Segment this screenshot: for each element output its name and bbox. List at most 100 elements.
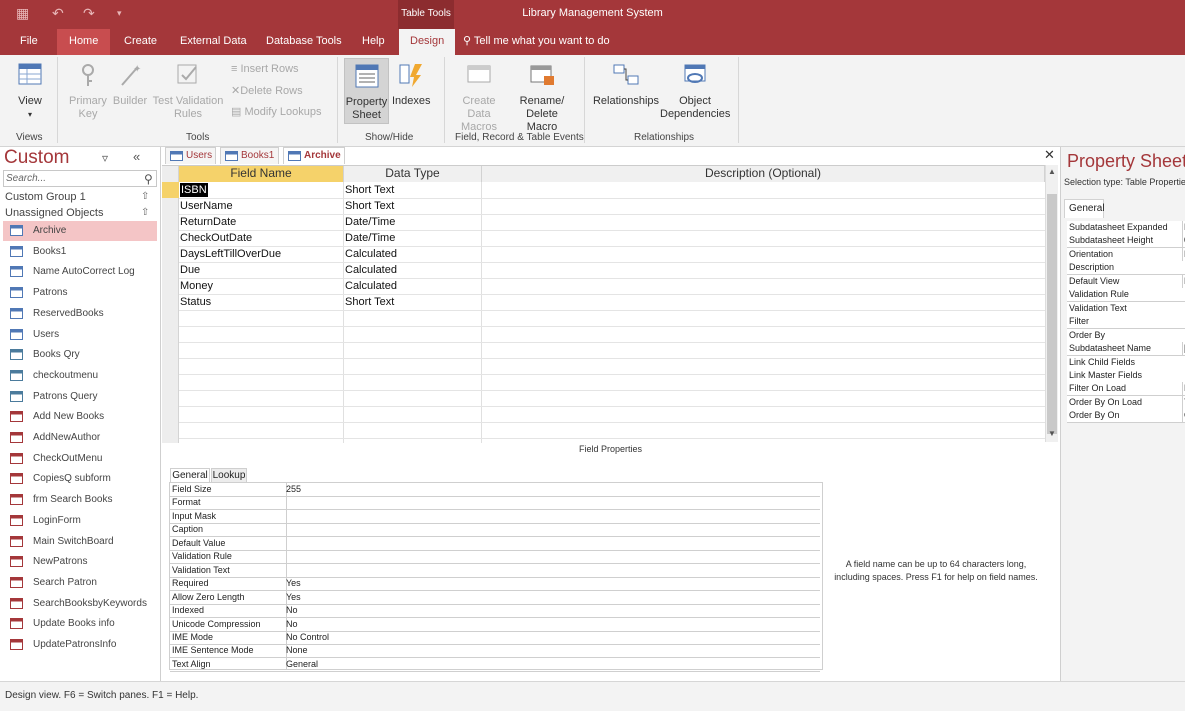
nav-title[interactable]: Custom <box>4 147 69 169</box>
nav-item[interactable]: NewPatrons <box>3 552 157 572</box>
nav-item[interactable]: Users <box>3 325 157 345</box>
tab-archive[interactable]: Archive <box>283 147 345 164</box>
data-type-cell[interactable]: Calculated <box>345 262 397 278</box>
scroll-down-icon[interactable]: ▼ <box>1048 429 1056 438</box>
property-sheet-row[interactable]: Validation Rule <box>1067 288 1185 303</box>
grid-scrollbar[interactable]: ▲ ▼ <box>1045 165 1058 442</box>
field-name-cell[interactable]: CheckOutDate <box>180 230 252 246</box>
modify-lookups-button[interactable]: ▤ Modify Lookups <box>231 105 322 118</box>
property-value[interactable]: General <box>286 658 318 671</box>
data-type-cell[interactable]: Date/Time <box>345 230 395 246</box>
nav-item[interactable]: AddNewAuthor <box>3 428 157 448</box>
delete-rows-button[interactable]: ✕Delete Rows <box>231 84 303 97</box>
field-name-cell[interactable]: UserName <box>180 198 233 214</box>
builder-button[interactable]: ✦ Builder <box>112 61 148 108</box>
field-property-row[interactable]: Input Mask <box>170 510 820 524</box>
current-row-selector[interactable] <box>162 182 179 198</box>
scroll-up-icon[interactable]: ▲ <box>1048 167 1056 176</box>
create-data-macros-button[interactable]: Create Data Macros <box>450 61 508 134</box>
tab-users[interactable]: Users <box>165 147 216 164</box>
header-field-name[interactable]: Field Name <box>179 166 344 182</box>
collapse-group-icon[interactable]: ⇧ <box>141 191 149 202</box>
field-property-row[interactable]: Field Size 255 <box>170 483 820 497</box>
nav-item[interactable]: ReservedBooks <box>3 304 157 324</box>
property-sheet-row[interactable]: Link Child Fields <box>1067 355 1185 370</box>
nav-item[interactable]: Search Patron <box>3 573 157 593</box>
property-sheet-row[interactable]: Order By On LoadY <box>1067 395 1185 410</box>
property-sheet-button[interactable]: Property Sheet <box>344 58 389 124</box>
property-sheet-row[interactable]: OrientationL <box>1067 247 1185 262</box>
data-type-cell[interactable]: Date/Time <box>345 214 395 230</box>
nav-item[interactable]: CheckOutMenu <box>3 449 157 469</box>
property-value[interactable]: No Control <box>286 631 329 644</box>
nav-item[interactable]: LoginForm <box>3 511 157 531</box>
nav-search-input[interactable]: Search... <box>3 170 157 187</box>
field-property-row[interactable]: Caption <box>170 523 820 538</box>
property-sheet-row[interactable]: Link Master Fields <box>1067 368 1185 383</box>
primary-key-button[interactable]: Primary Key <box>66 61 110 121</box>
collapse-group-icon[interactable]: ⇧ <box>141 207 149 218</box>
tab-lookup[interactable]: Lookup <box>211 468 247 482</box>
scroll-thumb[interactable] <box>1047 194 1057 434</box>
tab-external-data[interactable]: External Data <box>180 29 247 55</box>
data-type-cell[interactable]: Short Text <box>345 198 394 214</box>
property-sheet-row[interactable]: Validation Text <box>1067 301 1185 316</box>
nav-item[interactable]: SearchBooksbyKeywords <box>3 594 157 614</box>
tab-database-tools[interactable]: Database Tools <box>266 29 342 55</box>
field-name-cell[interactable]: Status <box>180 294 211 310</box>
insert-rows-button[interactable]: ≡ Insert Rows <box>231 63 299 75</box>
property-sheet-row[interactable]: Subdatasheet Height0 <box>1067 234 1185 249</box>
field-property-row[interactable]: Validation Rule <box>170 550 820 565</box>
property-sheet-row[interactable]: Description <box>1067 261 1185 276</box>
object-dependencies-button[interactable]: Object Dependencies <box>660 61 730 121</box>
nav-item[interactable]: Name AutoCorrect Log <box>3 262 157 282</box>
search-icon[interactable]: ⚲ <box>144 172 153 186</box>
nav-item[interactable]: Archive <box>3 221 157 241</box>
data-type-cell[interactable]: Calculated <box>345 278 397 294</box>
field-name-cell[interactable]: ISBN <box>180 183 208 197</box>
property-sheet-row[interactable]: Filter On LoadN <box>1067 382 1185 397</box>
nav-menu-icon[interactable]: ▿ <box>102 151 108 165</box>
field-property-row[interactable]: Allow Zero Length Yes <box>170 591 820 605</box>
indexes-button[interactable]: Indexes <box>392 61 431 108</box>
tab-create[interactable]: Create <box>124 29 157 55</box>
nav-item[interactable]: CopiesQ subform <box>3 469 157 489</box>
nav-item[interactable]: Books Qry <box>3 345 157 365</box>
tab-home[interactable]: Home <box>57 29 111 55</box>
nav-item[interactable]: UpdatePatronsInfo <box>3 635 157 655</box>
ps-tab-general[interactable]: General <box>1064 199 1105 218</box>
property-sheet-row[interactable]: Order By <box>1067 328 1185 343</box>
property-sheet-row[interactable]: Subdatasheet ExpandedN <box>1067 221 1185 235</box>
property-sheet-row[interactable]: Order By OnO <box>1067 409 1185 424</box>
data-type-cell[interactable]: Short Text <box>345 182 394 198</box>
nav-item[interactable]: Patrons Query <box>3 387 157 407</box>
field-name-cell[interactable]: ReturnDate <box>180 214 236 230</box>
nav-item[interactable]: Patrons <box>3 283 157 303</box>
rename-delete-macro-button[interactable]: Rename/ Delete Macro <box>510 61 574 134</box>
tab-general[interactable]: General <box>170 468 210 482</box>
field-name-cell[interactable]: Money <box>180 278 213 294</box>
tab-design[interactable]: Design <box>399 29 456 55</box>
header-data-type[interactable]: Data Type <box>344 166 482 182</box>
field-property-row[interactable]: IME Sentence Mode None <box>170 644 820 659</box>
nav-group-unassigned[interactable]: Unassigned Objects <box>5 207 103 219</box>
field-name-cell[interactable]: DaysLeftTillOverDue <box>180 246 281 262</box>
view-button[interactable]: View ▾ <box>10 61 50 121</box>
property-sheet-row[interactable]: Default ViewD <box>1067 274 1185 289</box>
close-icon[interactable]: ✕ <box>1044 147 1055 163</box>
field-property-row[interactable]: Required Yes <box>170 577 820 592</box>
data-type-cell[interactable]: Calculated <box>345 246 397 262</box>
test-validation-button[interactable]: Test Validation Rules <box>152 61 224 121</box>
collapse-nav-icon[interactable]: « <box>133 149 140 164</box>
property-sheet-row[interactable]: Filter <box>1067 315 1185 330</box>
field-name-cell[interactable]: Due <box>180 262 200 278</box>
nav-item[interactable]: checkoutmenu <box>3 366 157 386</box>
property-value[interactable]: Yes <box>286 591 301 604</box>
nav-item[interactable]: Add New Books <box>3 407 157 427</box>
property-sheet-row[interactable]: Subdatasheet Name[A <box>1067 342 1185 357</box>
property-value[interactable]: No <box>286 618 298 631</box>
field-property-row[interactable]: Validation Text <box>170 564 820 578</box>
field-property-row[interactable]: Format <box>170 496 820 511</box>
nav-item[interactable]: Update Books info <box>3 614 157 634</box>
nav-item[interactable]: frm Search Books <box>3 490 157 510</box>
